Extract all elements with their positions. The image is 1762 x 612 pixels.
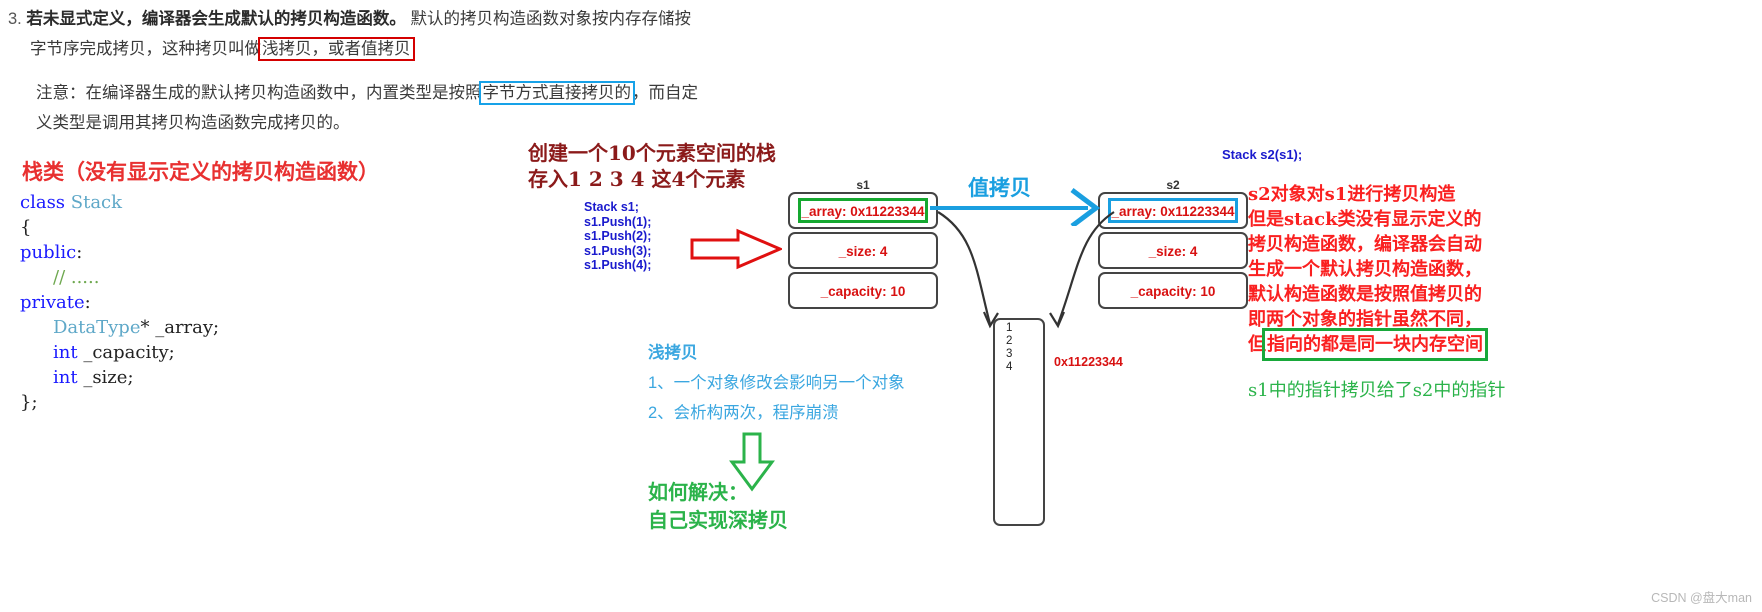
note-line-3-post: ，而自定 [632, 84, 698, 102]
shallow-copy-notes: 浅拷贝 1、一个对象修改会影响另一个对象 2、会析构两次，程序崩溃 [648, 338, 905, 428]
explanation-line-5: 默认构造函数是按照值拷贝的 [1248, 284, 1482, 305]
explanation-line-7-boxed: 指向的都是同一块内存空间 [1262, 328, 1488, 361]
explanation-green-note: s1中的指针拷贝给了s2中的指针 [1248, 380, 1506, 401]
s1-field-size: _size: 4 [788, 232, 938, 269]
s2-label: s2 [1166, 178, 1180, 192]
note-line-2-highlight: 浅拷贝，或者值拷贝 [258, 37, 415, 61]
s1-field-capacity-text: _capacity: 10 [820, 284, 906, 299]
note-line-1-rest: 默认的拷贝构造函数对象按内存存储按 [410, 10, 691, 28]
code-block: class class StackStack { public: // ....… [20, 190, 219, 415]
note-line-1: 3. 若未显式定义，编译器会生成默认的拷贝构造函数。 默认的拷贝构造函数对象按内… [8, 4, 908, 34]
code-line-array: DataType* _array; [53, 317, 220, 338]
note-line-2: 字节序完成拷贝，这种拷贝叫做浅拷贝，或者值拷贝 [30, 34, 908, 64]
code-line-capacity: int _capacity; [53, 342, 175, 363]
heap-value-3: 4 [1006, 361, 1013, 373]
explanation-text: s2对象对s1进行拷贝构造 但是stack类没有显示定义的 拷贝构造函数，编译器… [1248, 182, 1488, 361]
code-line-private: private: [20, 292, 91, 313]
heap-memory-values: 1 2 3 4 [1006, 322, 1012, 374]
red-block-arrow-icon [690, 228, 782, 270]
snippet-line-2: s1.Push(2); [584, 229, 652, 243]
shallow-copy-item-1: 1、一个对象修改会影响另一个对象 [648, 374, 905, 392]
code-line-open-brace: { [20, 217, 32, 238]
value-copy-label: 值拷贝 [968, 175, 1031, 200]
code-line-comment: // ..... [53, 267, 100, 288]
explanation-line-6: 即两个对象的指针虽然不同， [1248, 309, 1482, 330]
heap-value-1: 2 [1006, 335, 1013, 347]
code-line-public: public: [20, 242, 83, 263]
s1-field-size-text: _size: 4 [838, 244, 888, 259]
heap-memory-address: 0x11223344 [1054, 355, 1123, 369]
snippet-line-1: s1.Push(1); [584, 214, 652, 229]
code-line-close-brace: }; [20, 392, 38, 413]
s2-field-size-text: _size: 4 [1148, 244, 1198, 259]
code-line-size: int _size; [53, 367, 134, 388]
note-line-3-highlight: 字节方式直接拷贝的 [478, 81, 635, 105]
s1-object: s1 _array: 0x11223344 _size: 4 _capacity… [788, 178, 938, 312]
explanation-line-7-pre: 但 [1248, 334, 1266, 355]
s1-field-capacity: _capacity: 10 [788, 272, 938, 309]
note-number: 3. [8, 10, 22, 28]
create-stack-note-line-2: 存入1 2 3 4 这4个元素 [528, 167, 746, 191]
snippet-line-0: Stack s1; [584, 200, 639, 214]
create-stack-note: 创建一个10个元素空间的栈 存入1 2 3 4 这4个元素 [528, 140, 776, 192]
explanation-line-4: 生成一个默认拷贝构造函数， [1248, 259, 1482, 280]
note-line-3-pre: 注意：在编译器生成的默认拷贝构造函数中，内置类型是按照 [36, 84, 482, 102]
note-line-2-pre: 字节序完成拷贝，这种拷贝叫做 [30, 40, 261, 58]
heap-value-2: 3 [1006, 348, 1013, 360]
push-code-snippet: Stack s1; s1.Push(1); s1.Push(2); s1.Pus… [584, 200, 651, 273]
heap-value-0: 1 [1006, 322, 1013, 334]
stack-class-title: 栈类（没有显示定义的拷贝构造函数） [22, 159, 379, 184]
s2-field-capacity-text: _capacity: 10 [1130, 284, 1216, 299]
s1-label: s1 [856, 178, 870, 192]
create-stack-note-line-1: 创建一个10个元素空间的栈 [528, 141, 776, 165]
snippet-line-3: s1.Push(3); [584, 243, 652, 258]
heap-memory-block [993, 318, 1045, 526]
shallow-copy-item-2: 2、会析构两次，程序崩溃 [648, 404, 839, 422]
code-line-class: class class StackStack [20, 192, 123, 213]
explanation-line-2: 但是stack类没有显示定义的 [1248, 209, 1482, 230]
s1-field-array: _array: 0x11223344 [788, 192, 938, 229]
explanation-line-1: s2对象对s1进行拷贝构造 [1248, 184, 1456, 205]
shallow-copy-title: 浅拷贝 [648, 344, 698, 362]
s1-field-array-text: _array: 0x11223344 [801, 204, 925, 219]
s2-declaration: Stack s2(s1); [1222, 147, 1303, 162]
note-line-4: 义类型是调用其拷贝构造函数完成拷贝的。 [36, 114, 350, 132]
s2-field-array-text: _array: 0x11223344 [1111, 204, 1235, 219]
solution-note: 如何解决： 自己实现深拷贝 [648, 478, 788, 534]
snippet-line-4: s1.Push(4); [584, 258, 652, 272]
note-line-3: 注意：在编译器生成的默认拷贝构造函数中，内置类型是按照字节方式直接拷贝的，而自定 [36, 78, 908, 108]
explanation-line-3: 拷贝构造函数，编译器会自动 [1248, 234, 1482, 255]
watermark: CSDN @盘大man [1651, 591, 1752, 605]
note-block: 3. 若未显式定义，编译器会生成默认的拷贝构造函数。 默认的拷贝构造函数对象按内… [8, 4, 908, 138]
solution-line-1: 如何解决： [648, 480, 748, 504]
solution-line-2: 自己实现深拷贝 [648, 508, 788, 532]
explanation-line-7: 但指向的都是同一块内存空间 [1248, 328, 1488, 361]
note-line-1-strong: 若未显式定义，编译器会生成默认的拷贝构造函数。 [26, 10, 406, 28]
